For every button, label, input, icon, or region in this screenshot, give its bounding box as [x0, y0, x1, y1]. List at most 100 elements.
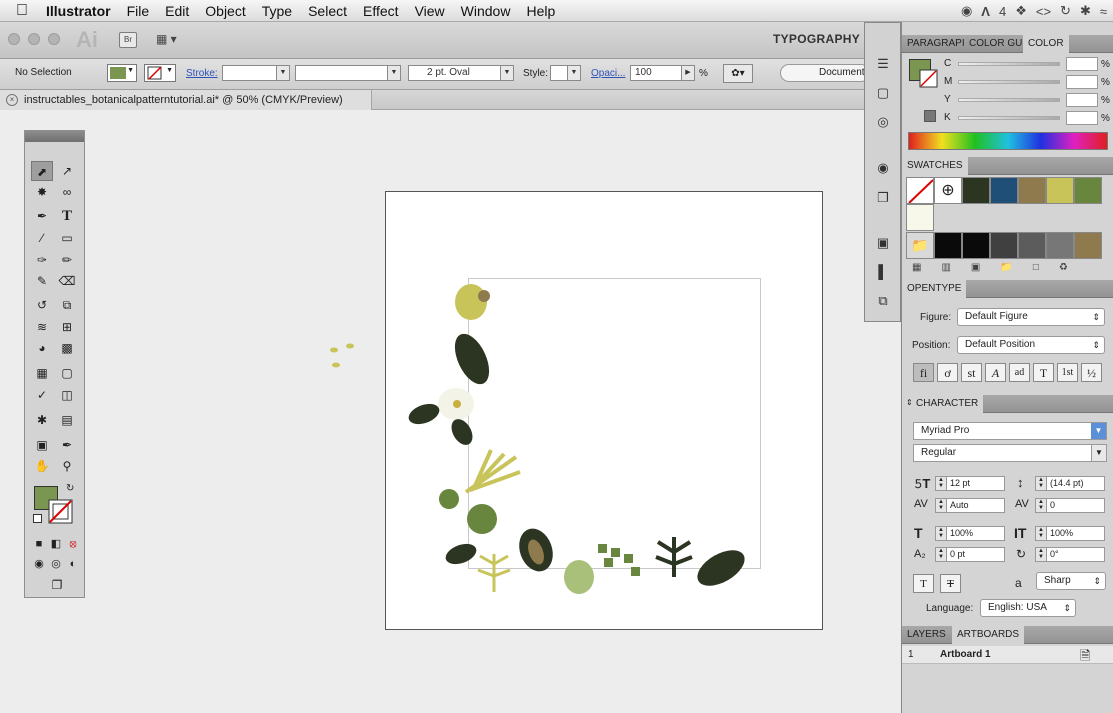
font-size-field[interactable]: ▲ ▼ 12 pt: [935, 476, 1005, 491]
vertical-scale-field[interactable]: ▲ ▼ 100%: [935, 526, 1005, 541]
stroke-weight-field[interactable]: ▼: [222, 65, 290, 81]
fern-sprig[interactable]: [477, 554, 511, 592]
appearance-panel-icon[interactable]: ◉: [874, 160, 892, 176]
gradient-panel-icon[interactable]: ▢: [874, 85, 892, 101]
new-color-group-icon[interactable]: 📁: [1000, 262, 1012, 278]
dropbox-icon[interactable]: ❖: [1015, 3, 1027, 19]
dark-leaf[interactable]: [691, 543, 750, 593]
free-transform-tool-icon[interactable]: ⊞: [56, 317, 78, 337]
dark-leaf[interactable]: [447, 415, 477, 448]
dark-sprig[interactable]: [655, 537, 693, 577]
menu-view[interactable]: View: [407, 0, 453, 22]
close-window-button[interactable]: [8, 33, 20, 45]
shape-builder-tool-icon[interactable]: ◕: [31, 338, 53, 358]
direct-selection-tool-icon[interactable]: ↗: [56, 161, 78, 181]
yellow-input[interactable]: [1066, 93, 1098, 107]
bridge-button[interactable]: Br: [119, 32, 137, 48]
eraser-tool-icon[interactable]: ⌫: [56, 271, 78, 291]
apple-menu-icon[interactable]: : [0, 0, 38, 22]
tab-paragraph[interactable]: PARAGRAPI: [902, 35, 970, 53]
perspective-grid-tool-icon[interactable]: ▩: [56, 338, 78, 358]
tab-color-guide[interactable]: COLOR GUI: [964, 35, 1030, 53]
column-graph-tool-icon[interactable]: ▤: [56, 410, 78, 430]
tracking-field[interactable]: ▲ ▼ 0: [1035, 498, 1105, 513]
artboard-tool-icon[interactable]: ▣: [31, 435, 53, 455]
document-tab[interactable]: × instructables_botanicalpatterntutorial…: [0, 90, 372, 110]
tab-opentype[interactable]: OPENTYPE: [902, 280, 967, 298]
line-tool-icon[interactable]: ∕: [31, 228, 53, 248]
rectangle-tool-icon[interactable]: ▭: [56, 228, 78, 248]
menu-type[interactable]: Type: [254, 0, 300, 22]
swatch[interactable]: [962, 232, 990, 259]
time-machine-icon[interactable]: ↻: [1060, 3, 1071, 19]
fractions-icon[interactable]: ½: [1081, 363, 1102, 382]
opacity-field[interactable]: 100 ▶: [630, 65, 695, 81]
new-swatch-icon[interactable]: □: [1033, 262, 1039, 278]
round-leaf[interactable]: [467, 504, 497, 534]
zoom-tool-icon[interactable]: ⚲: [56, 456, 78, 476]
swatch[interactable]: [1074, 177, 1102, 204]
paintbrush-tool-icon[interactable]: ✑: [31, 250, 53, 270]
bud[interactable]: [478, 290, 490, 302]
pen-tool-icon[interactable]: ✒: [31, 206, 53, 226]
gradient-tool-icon[interactable]: ▢: [56, 363, 78, 383]
registration-swatch-icon[interactable]: ⊕: [934, 177, 962, 204]
menu-effect[interactable]: Effect: [355, 0, 407, 22]
leading-field[interactable]: ▲ ▼ (14.4 pt): [1035, 476, 1105, 491]
opacity-link[interactable]: Opaci...: [591, 68, 625, 79]
align-panel-icon[interactable]: ▌: [874, 264, 892, 280]
cyan-slider[interactable]: [958, 62, 1060, 66]
cluster-leaves[interactable]: [598, 544, 640, 576]
graphic-style-dropdown[interactable]: ▼: [550, 65, 581, 81]
swatch-libraries-icon[interactable]: ▦: [912, 262, 921, 278]
wifi-icon[interactable]: ≈: [1100, 4, 1107, 19]
pencil-tool-icon[interactable]: ✏: [56, 250, 78, 270]
botanical-artwork[interactable]: [386, 192, 824, 631]
dark-leaf[interactable]: [406, 400, 442, 428]
yellow-slider[interactable]: [958, 98, 1060, 102]
rotate-tool-icon[interactable]: ↺: [31, 295, 53, 315]
type-tool-icon[interactable]: T: [56, 206, 78, 226]
swatch[interactable]: [1046, 177, 1074, 204]
fern-frond[interactable]: [455, 284, 487, 320]
stroke-link[interactable]: Stroke:: [186, 68, 218, 79]
anti-aliasing-dropdown[interactable]: Sharp ⇕: [1036, 572, 1106, 590]
menu-object[interactable]: Object: [197, 0, 253, 22]
strikethrough-icon[interactable]: T: [940, 574, 961, 593]
transform-panel-icon[interactable]: ▣: [874, 235, 892, 251]
none-mode-icon[interactable]: ⦻: [62, 534, 84, 554]
swatch-folder-icon[interactable]: 📁: [906, 232, 934, 259]
font-style-dropdown[interactable]: Regular ▼: [913, 444, 1107, 462]
contextual-alternates-icon[interactable]: ơ: [937, 363, 958, 382]
workspace-switcher[interactable]: TYPOGRAPHY: [773, 32, 860, 46]
stray-leaf-artwork[interactable]: [326, 340, 360, 374]
color-panel-stroke-icon[interactable]: [919, 69, 939, 89]
tab-artboards[interactable]: ARTBOARDS: [952, 626, 1025, 644]
default-colors-icon[interactable]: [33, 514, 42, 523]
close-tab-icon[interactable]: ×: [6, 94, 18, 106]
menu-help[interactable]: Help: [518, 0, 563, 22]
artboard[interactable]: [385, 191, 823, 630]
kerning-field[interactable]: ▲ ▼ Auto: [935, 498, 1005, 513]
eyedropper-tool-icon[interactable]: ✓: [31, 385, 53, 405]
menu-file[interactable]: File: [119, 0, 158, 22]
all-caps-icon[interactable]: T: [913, 574, 934, 593]
delete-swatch-icon[interactable]: ♻: [1059, 262, 1068, 278]
black-input[interactable]: [1066, 111, 1098, 125]
selection-tool-icon[interactable]: ⬈: [31, 161, 53, 181]
standard-ligatures-icon[interactable]: fi: [913, 363, 934, 382]
menu-edit[interactable]: Edit: [157, 0, 197, 22]
symbol-sprayer-tool-icon[interactable]: ✱: [31, 410, 53, 430]
brush-definition-dropdown[interactable]: 2 pt. Oval ▼: [408, 65, 514, 81]
swap-fill-stroke-icon[interactable]: ↻: [66, 483, 74, 494]
menu-window[interactable]: Window: [453, 0, 519, 22]
swatch-kinds-icon[interactable]: ▥: [941, 262, 950, 278]
graphic-styles-panel-icon[interactable]: ❐: [874, 190, 892, 206]
minimize-window-button[interactable]: [28, 33, 40, 45]
cyan-input[interactable]: [1066, 57, 1098, 71]
transparency-panel-icon[interactable]: ◎: [874, 114, 892, 130]
swatch[interactable]: [1046, 232, 1074, 259]
figure-dropdown[interactable]: Default Figure ⇕: [957, 308, 1105, 326]
swatch[interactable]: [962, 177, 990, 204]
menu-select[interactable]: Select: [300, 0, 355, 22]
